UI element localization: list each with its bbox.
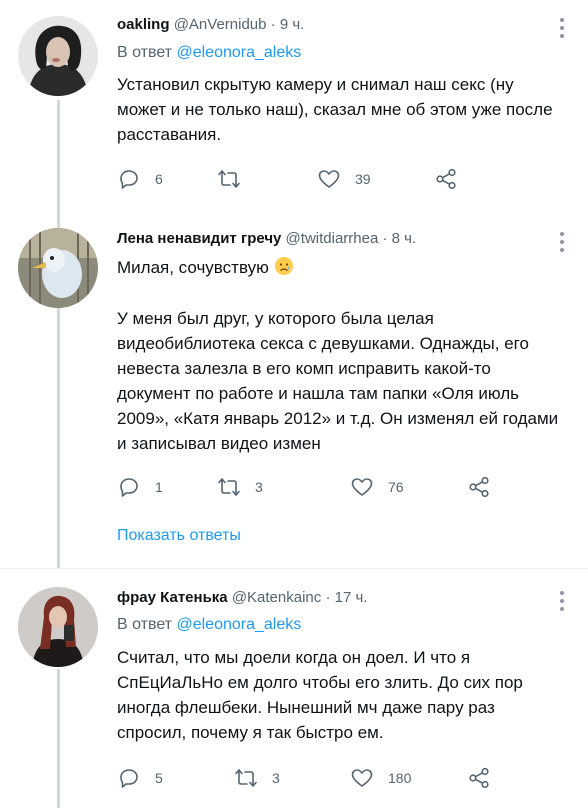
- reply-count: 5: [155, 770, 163, 786]
- reply-to-label: В ответ: [117, 44, 173, 61]
- like-count: 76: [388, 479, 404, 495]
- share-icon: [436, 168, 456, 190]
- timestamp[interactable]: 8 ч.: [392, 230, 417, 247]
- display-name[interactable]: фрау Катенька: [117, 589, 228, 606]
- tweet-text: У меня был друг, у которого была целая в…: [117, 309, 559, 453]
- like-count: 39: [355, 171, 371, 187]
- thread-line: [57, 669, 60, 808]
- crying-face-emoji: [274, 256, 294, 283]
- heart-icon: [351, 478, 373, 496]
- reply-icon: [120, 769, 138, 788]
- reply-button[interactable]: 1: [117, 475, 163, 499]
- user-handle[interactable]: @AnVernidub: [174, 16, 267, 33]
- tweet-header: Лена ненавидит гречу @twitdiarrhea · 8 ч…: [117, 230, 416, 247]
- heart-icon: [351, 769, 373, 787]
- display-name[interactable]: oakling: [117, 16, 170, 33]
- user-handle[interactable]: @twitdiarrhea: [286, 230, 379, 247]
- reply-count: 1: [155, 479, 163, 495]
- display-name[interactable]: Лена ненавидит гречу: [117, 230, 281, 247]
- avatar-oakling[interactable]: [18, 16, 98, 96]
- thread-line: [57, 308, 60, 568]
- thread-line: [57, 100, 60, 222]
- retweet-button[interactable]: [217, 167, 255, 191]
- avatar-katenka[interactable]: [18, 587, 98, 667]
- tweet-3[interactable]: фрау Катенька @Katenkainc · 17 ч. В отве…: [0, 569, 588, 808]
- reply-to-label: В ответ: [117, 616, 173, 633]
- share-button[interactable]: [467, 475, 491, 499]
- reply-to-line: В ответ @eleonora_aleks: [117, 616, 301, 634]
- tweet-1[interactable]: oakling @AnVernidub · 9 ч. В ответ @eleo…: [0, 0, 588, 222]
- like-count: 180: [388, 770, 412, 786]
- like-button[interactable]: 76: [350, 475, 404, 499]
- tweet-text: Установил скрытую камеру и снимал наш се…: [117, 75, 553, 144]
- user-handle[interactable]: @Katenkainc: [232, 589, 321, 606]
- retweet-icon: [218, 478, 240, 496]
- reply-to-mention[interactable]: @eleonora_aleks: [176, 616, 301, 633]
- retweet-count: 3: [272, 770, 280, 786]
- retweet-icon: [218, 170, 240, 188]
- reply-icon: [120, 170, 138, 189]
- tweet-text-first: Милая, сочувствую: [117, 255, 567, 283]
- heart-icon: [318, 170, 340, 188]
- reply-to-mention[interactable]: @eleonora_aleks: [176, 44, 301, 61]
- retweet-button[interactable]: 3: [234, 766, 280, 790]
- like-button[interactable]: 39: [317, 167, 371, 191]
- tweet-header: фрау Катенька @Katenkainc · 17 ч.: [117, 589, 367, 606]
- show-replies-link[interactable]: Показать ответы: [117, 527, 241, 545]
- share-button[interactable]: [467, 766, 491, 790]
- reply-count: 6: [155, 171, 163, 187]
- reply-button[interactable]: 5: [117, 766, 163, 790]
- more-icon[interactable]: [560, 18, 566, 38]
- timestamp[interactable]: 9 ч.: [280, 16, 305, 33]
- avatar-lena[interactable]: [18, 228, 98, 308]
- share-button[interactable]: [434, 167, 458, 191]
- retweet-button[interactable]: 3: [217, 475, 263, 499]
- share-icon: [469, 476, 489, 498]
- reply-icon: [120, 478, 138, 497]
- retweet-count: 3: [255, 479, 263, 495]
- share-icon: [469, 767, 489, 789]
- action-bar: 1 3 76: [117, 475, 517, 499]
- tweet-2[interactable]: Лена ненавидит гречу @twitdiarrhea · 8 ч…: [0, 222, 588, 568]
- tweet-text: Считал, что мы доели когда он доел. И чт…: [117, 648, 523, 742]
- separator-dot: ·: [270, 16, 276, 33]
- tweet-header: oakling @AnVernidub · 9 ч.: [117, 16, 304, 33]
- timestamp[interactable]: 17 ч.: [335, 589, 368, 606]
- separator-dot: ·: [382, 230, 388, 247]
- separator-dot: ·: [325, 589, 331, 606]
- reply-to-line: В ответ @eleonora_aleks: [117, 44, 301, 62]
- reply-button[interactable]: 6: [117, 167, 163, 191]
- like-button[interactable]: 180: [350, 766, 411, 790]
- action-bar: 5 3 180: [117, 766, 517, 790]
- tweet-text-line: Милая, сочувствую: [117, 258, 269, 277]
- action-bar: 6 39: [117, 167, 517, 191]
- more-icon[interactable]: [560, 232, 566, 252]
- more-icon[interactable]: [560, 591, 566, 611]
- retweet-icon: [235, 769, 257, 787]
